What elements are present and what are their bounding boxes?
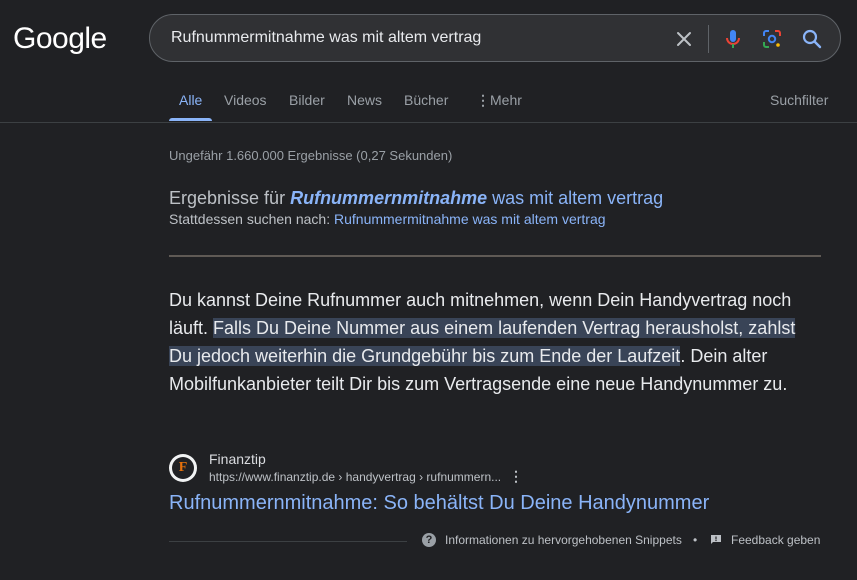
- help-icon: ?: [422, 533, 436, 547]
- result-stats: Ungefähr 1.660.000 Ergebnisse (0,27 Seku…: [169, 148, 453, 163]
- showing-results-for: Ergebnisse für Rufnummernmitnahme was mi…: [169, 188, 664, 208]
- site-url[interactable]: https://www.finanztip.de › handyvertrag …: [209, 470, 501, 484]
- header-divider: [0, 122, 857, 123]
- spelling-correction: Ergebnisse für Rufnummernmitnahme was mi…: [169, 188, 663, 227]
- site-name[interactable]: Finanztip: [209, 451, 266, 467]
- tab-news[interactable]: News: [347, 92, 382, 108]
- search-input[interactable]: Rufnummermitnahme was mit altem vertrag: [171, 29, 481, 47]
- search-divider: [708, 25, 709, 53]
- microphone-icon[interactable]: [721, 27, 745, 51]
- tab-books[interactable]: Bücher: [404, 92, 448, 108]
- more-vert-icon: ⋮: [476, 92, 490, 108]
- featured-snippet-text: Du kannst Deine Rufnummer auch mitnehmen…: [169, 290, 796, 394]
- site-favicon: F: [169, 454, 197, 482]
- result-title-link[interactable]: Rufnummernmitnahme: So behältst Du Deine…: [169, 492, 709, 515]
- active-tab-indicator: [169, 118, 212, 121]
- featured-snippet-divider: [169, 255, 821, 257]
- google-logo[interactable]: Google: [13, 22, 107, 56]
- tools-button[interactable]: Suchfilter: [770, 92, 828, 108]
- footer-divider: [169, 541, 407, 542]
- lens-icon[interactable]: [760, 27, 784, 51]
- feedback-link[interactable]: Feedback geben: [710, 533, 820, 547]
- search-box[interactable]: Rufnummermitnahme was mit altem vertrag: [149, 14, 841, 62]
- tab-more[interactable]: ⋮Mehr: [476, 92, 522, 109]
- footer-separator: •: [693, 533, 698, 547]
- tab-images[interactable]: Bilder: [289, 92, 325, 108]
- tab-more-label: Mehr: [490, 92, 522, 108]
- corrected-query-link[interactable]: Rufnummernmitnahme was mit altem vertrag: [290, 188, 663, 208]
- search-instead: Stattdessen suchen nach: Rufnummermitnah…: [169, 211, 606, 227]
- search-icon[interactable]: [800, 27, 824, 51]
- search-tabs: Alle Videos Bilder News Bücher ⋮Mehr Suc…: [0, 86, 857, 122]
- tab-videos[interactable]: Videos: [224, 92, 267, 108]
- tab-all[interactable]: Alle: [179, 92, 202, 108]
- clear-icon[interactable]: [672, 27, 696, 51]
- feedback-icon: [710, 534, 722, 546]
- snippet-info-link[interactable]: ? Informationen zu hervorgehobenen Snipp…: [422, 533, 682, 547]
- original-query-link[interactable]: Rufnummermitnahme was mit altem vertrag: [334, 211, 606, 227]
- more-options-icon[interactable]: ⋮: [509, 468, 523, 485]
